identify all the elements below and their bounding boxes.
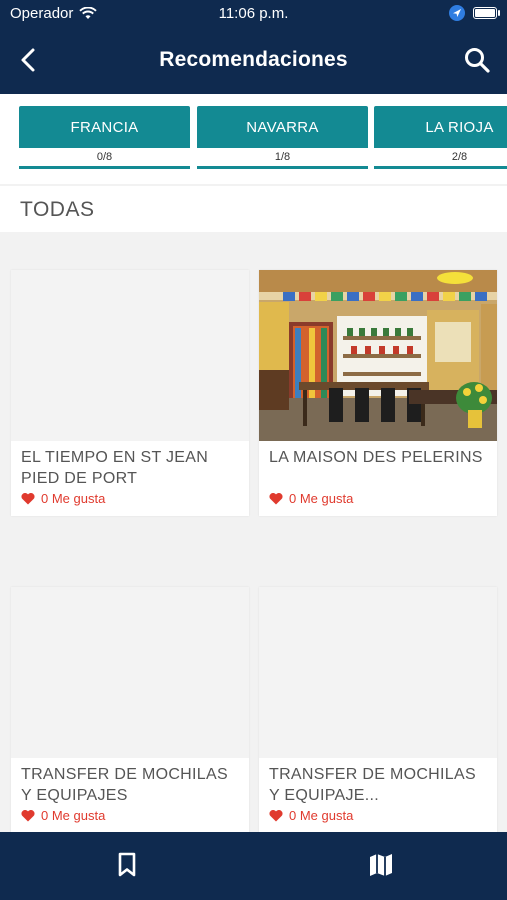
card-title: TRANSFER DE MOCHILAS Y EQUIPAJES	[21, 766, 228, 804]
card-title: TRANSFER DE MOCHILAS Y EQUIPAJE...	[269, 766, 476, 804]
card-image-placeholder	[11, 587, 249, 758]
tab-navarra[interactable]: NAVARRA 1/8	[197, 106, 368, 169]
tab-label[interactable]: FRANCIA	[19, 106, 190, 148]
card-title: EL TIEMPO EN ST JEAN PIED DE PORT	[21, 449, 209, 487]
tab-count: 0/8	[19, 148, 190, 169]
tab-count: 1/8	[197, 148, 368, 169]
recommendation-card[interactable]: TRANSFER DE MOCHILAS Y EQUIPAJE... 0 Me …	[259, 587, 497, 833]
tab-label[interactable]: LA RIOJA	[374, 106, 507, 148]
recommendation-card[interactable]: TRANSFER DE MOCHILAS Y EQUIPAJES 0 Me gu…	[11, 587, 249, 833]
location-arrow-icon	[449, 5, 465, 21]
tab-la-rioja[interactable]: LA RIOJA 2/8	[374, 106, 507, 169]
likes-label: 0 Me gusta	[41, 491, 106, 506]
heart-icon	[269, 492, 283, 505]
section-title: TODAS	[20, 198, 95, 221]
card-image-placeholder	[259, 587, 497, 758]
card-likes[interactable]: 0 Me gusta	[269, 808, 353, 823]
bottom-tab-bar	[0, 832, 507, 900]
card-likes[interactable]: 0 Me gusta	[21, 491, 105, 506]
map-icon[interactable]	[368, 852, 394, 878]
card-title: LA MAISON DES PELERINS	[269, 449, 483, 466]
likes-label: 0 Me gusta	[41, 808, 106, 823]
page-title: Recomendaciones	[159, 48, 348, 71]
recommendation-card[interactable]: EL TIEMPO EN ST JEAN PIED DE PORT 0 Me g…	[11, 270, 249, 516]
battery-icon	[473, 7, 500, 19]
heart-icon	[21, 809, 35, 822]
bookmark-icon[interactable]	[116, 852, 138, 878]
category-tabs: FRANCIA 0/8 NAVARRA 1/8 LA RIOJA 2/8	[0, 94, 507, 184]
section-header: TODAS	[0, 186, 507, 232]
tab-francia[interactable]: FRANCIA 0/8	[19, 106, 190, 169]
search-icon[interactable]	[463, 46, 491, 74]
card-image	[259, 270, 497, 441]
status-time: 11:06 p.m.	[218, 5, 289, 22]
card-likes[interactable]: 0 Me gusta	[269, 491, 353, 506]
likes-label: 0 Me gusta	[289, 491, 354, 506]
status-bar: Operador 11:06 p.m.	[0, 0, 507, 28]
card-likes[interactable]: 0 Me gusta	[21, 808, 105, 823]
cafe-interior-photo	[259, 270, 497, 441]
status-right	[449, 5, 500, 21]
tab-label[interactable]: NAVARRA	[197, 106, 368, 148]
recommendation-card[interactable]: LA MAISON DES PELERINS 0 Me gusta	[259, 270, 497, 516]
card-image-placeholder	[11, 270, 249, 441]
likes-label: 0 Me gusta	[289, 808, 354, 823]
heart-icon	[269, 809, 283, 822]
nav-bar: Recomendaciones	[0, 28, 507, 94]
heart-icon	[21, 492, 35, 505]
tab-count: 2/8	[374, 148, 507, 169]
